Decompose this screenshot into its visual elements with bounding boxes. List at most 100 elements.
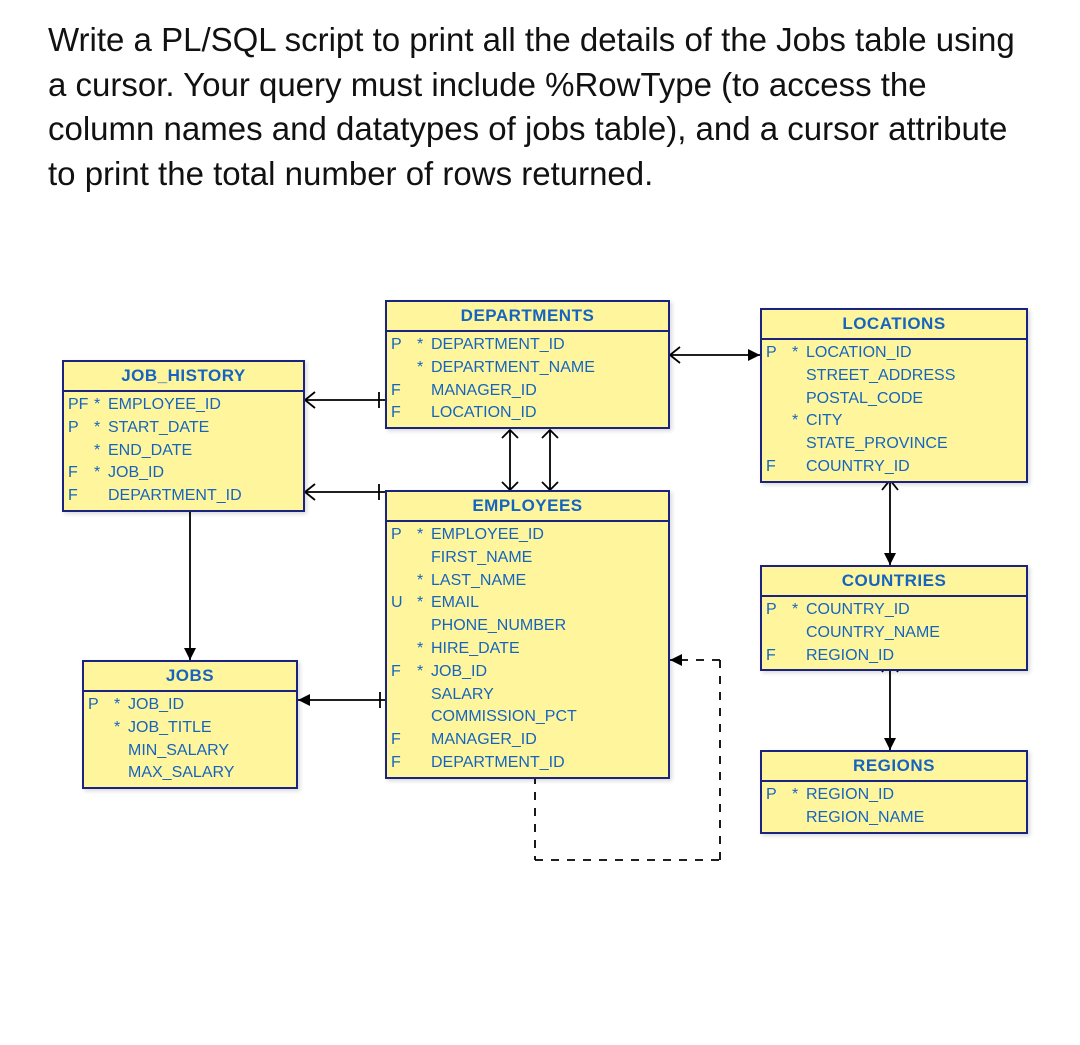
key-indicator: F [68, 463, 94, 484]
column-name: STATE_PROVINCE [806, 434, 1020, 455]
not-null-star [417, 707, 431, 728]
column-name: STREET_ADDRESS [806, 366, 1020, 387]
entity-departments: DEPARTMENTS P*DEPARTMENT_ID*DEPARTMENT_N… [385, 300, 670, 429]
not-null-star: * [417, 525, 431, 546]
entity-body: P*COUNTRY_IDCOUNTRY_NAME F REGION_ID [762, 597, 1026, 669]
column-name: SALARY [431, 685, 662, 706]
column-name: MANAGER_ID [431, 730, 662, 751]
column-row: COUNTRY_NAME [762, 622, 1026, 645]
not-null-star: * [792, 343, 806, 364]
column-name: COUNTRY_ID [806, 457, 1020, 478]
column-row: F DEPARTMENT_ID [64, 485, 303, 508]
column-row: FIRST_NAME [387, 547, 668, 570]
column-row: P*COUNTRY_ID [762, 599, 1026, 622]
key-indicator: PF [68, 395, 94, 416]
key-indicator [766, 366, 792, 387]
entity-title: LOCATIONS [762, 310, 1026, 340]
column-row: F MANAGER_ID [387, 380, 668, 403]
key-indicator [391, 616, 417, 637]
not-null-star [114, 763, 128, 784]
key-indicator [391, 685, 417, 706]
not-null-star [792, 623, 806, 644]
key-indicator [391, 639, 417, 660]
not-null-star [417, 730, 431, 751]
column-name: REGION_ID [806, 785, 1020, 806]
column-name: REGION_ID [806, 646, 1020, 667]
not-null-star [792, 366, 806, 387]
column-row: PF*EMPLOYEE_ID [64, 394, 303, 417]
entity-job-history: JOB_HISTORY PF*EMPLOYEE_IDP*START_DATE*E… [62, 360, 305, 512]
not-null-star [792, 457, 806, 478]
column-name: END_DATE [108, 441, 297, 462]
entity-jobs: JOBS P*JOB_ID*JOB_TITLEMIN_SALARYMAX_SAL… [82, 660, 298, 789]
not-null-star: * [417, 571, 431, 592]
column-row: COMMISSION_PCT [387, 706, 668, 729]
key-indicator: F [766, 646, 792, 667]
column-name: CITY [806, 411, 1020, 432]
column-row: PHONE_NUMBER [387, 615, 668, 638]
entity-title: JOBS [84, 662, 296, 692]
column-name: MANAGER_ID [431, 381, 662, 402]
column-row: U*EMAIL [387, 592, 668, 615]
entity-body: P*LOCATION_IDSTREET_ADDRESSPOSTAL_CODE * C… [762, 340, 1026, 481]
entity-body: P*DEPARTMENT_ID*DEPARTMENT_NAMEFMANAGER_… [387, 332, 668, 427]
column-row: P*EMPLOYEE_ID [387, 524, 668, 547]
not-null-star: * [114, 695, 128, 716]
key-indicator [88, 763, 114, 784]
key-indicator [766, 411, 792, 432]
column-name: COUNTRY_NAME [806, 623, 1020, 644]
entity-title: COUNTRIES [762, 567, 1026, 597]
column-name: LAST_NAME [431, 571, 662, 592]
column-name: COMMISSION_PCT [431, 707, 662, 728]
column-name: EMAIL [431, 593, 662, 614]
not-null-star: * [417, 662, 431, 683]
entity-body: PF*EMPLOYEE_IDP*START_DATE*END_DATEF*JOB… [64, 392, 303, 510]
entity-title: JOB_HISTORY [64, 362, 303, 392]
entity-regions: REGIONS P*REGION_IDREGION_NAME [760, 750, 1028, 834]
key-indicator: F [391, 381, 417, 402]
column-name: JOB_ID [108, 463, 297, 484]
key-indicator: P [391, 525, 417, 546]
column-name: EMPLOYEE_ID [431, 525, 662, 546]
key-indicator: P [88, 695, 114, 716]
key-indicator: F [68, 486, 94, 507]
column-row: F*JOB_ID [64, 462, 303, 485]
column-row: *DEPARTMENT_NAME [387, 357, 668, 380]
key-indicator: P [766, 600, 792, 621]
key-indicator [766, 434, 792, 455]
key-indicator: P [391, 335, 417, 356]
column-name: POSTAL_CODE [806, 389, 1020, 410]
entity-title: EMPLOYEES [387, 492, 668, 522]
key-indicator [391, 548, 417, 569]
column-name: JOB_ID [128, 695, 290, 716]
key-indicator: F [391, 730, 417, 751]
not-null-star [417, 685, 431, 706]
column-name: DEPARTMENT_ID [108, 486, 297, 507]
key-indicator: F [391, 753, 417, 774]
column-name: DEPARTMENT_ID [431, 753, 662, 774]
column-row: *LAST_NAME [387, 570, 668, 593]
entity-body: P*EMPLOYEE_IDFIRST_NAME*LAST_NAMEU*EMAIL… [387, 522, 668, 777]
column-row: *END_DATE [64, 440, 303, 463]
key-indicator [391, 571, 417, 592]
key-indicator: F [766, 457, 792, 478]
not-null-star [417, 403, 431, 424]
column-name: LOCATION_ID [431, 403, 662, 424]
key-indicator [88, 741, 114, 762]
key-indicator [391, 707, 417, 728]
key-indicator: P [766, 343, 792, 364]
column-row: P*LOCATION_ID [762, 342, 1026, 365]
column-name: MAX_SALARY [128, 763, 290, 784]
column-row: POSTAL_CODE [762, 388, 1026, 411]
column-row: P*JOB_ID [84, 694, 296, 717]
column-name: HIRE_DATE [431, 639, 662, 660]
not-null-star: * [94, 395, 108, 416]
column-row: F*JOB_ID [387, 661, 668, 684]
column-row: F DEPARTMENT_ID [387, 752, 668, 775]
not-null-star: * [94, 418, 108, 439]
column-row: MAX_SALARY [84, 762, 296, 785]
not-null-star: * [417, 358, 431, 379]
column-name: MIN_SALARY [128, 741, 290, 762]
entity-title: REGIONS [762, 752, 1026, 782]
key-indicator [391, 358, 417, 379]
